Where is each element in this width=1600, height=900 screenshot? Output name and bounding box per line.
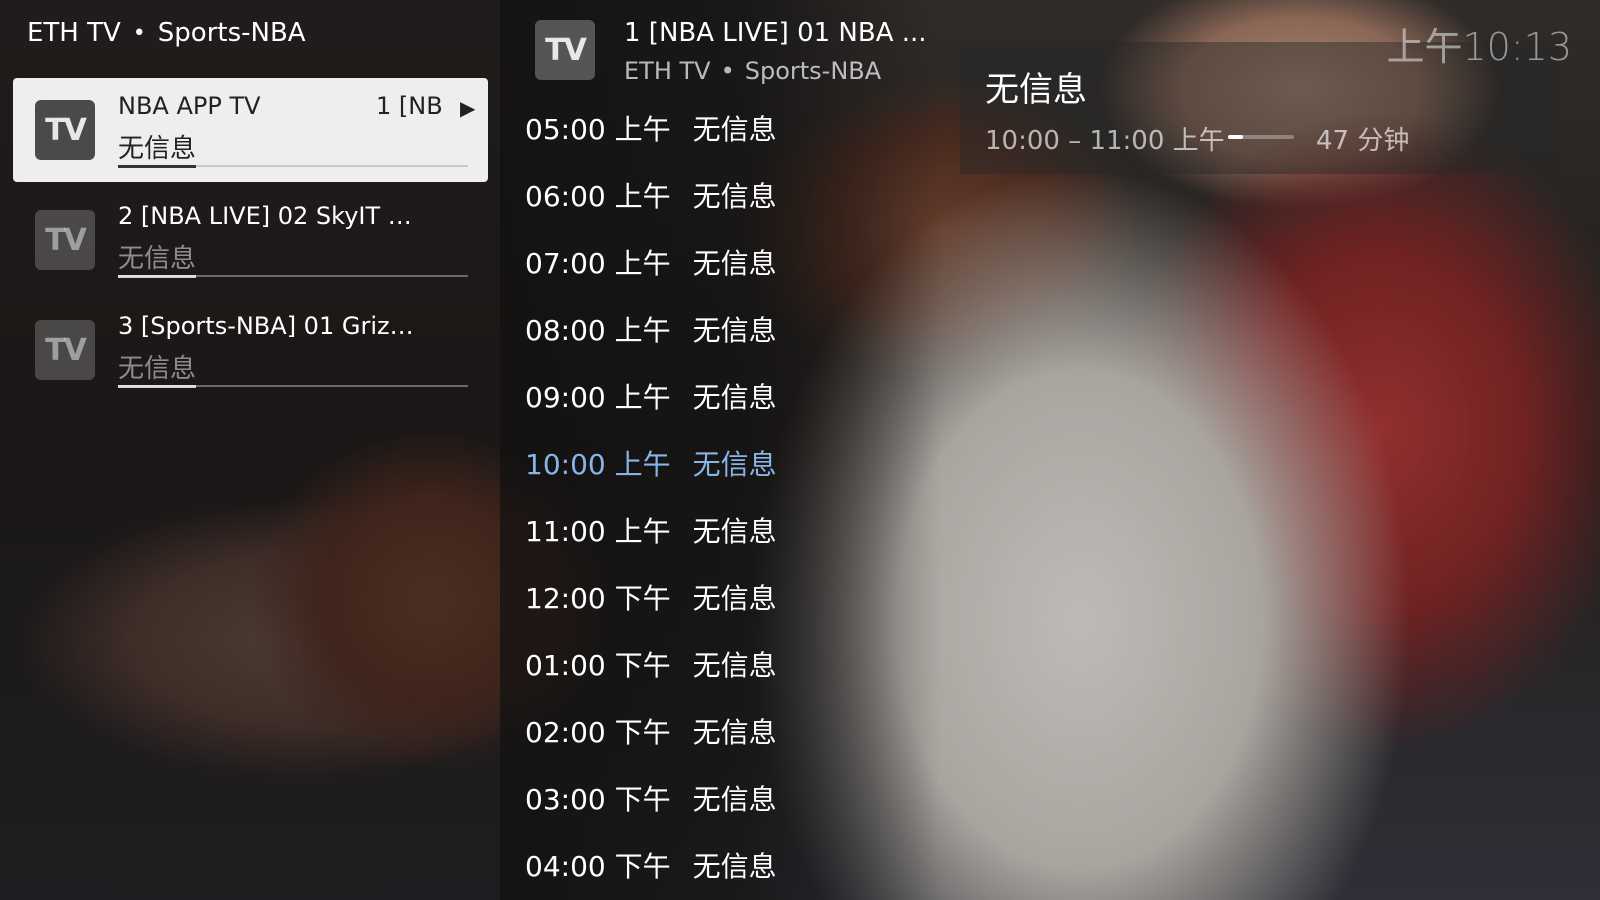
channel-list-panel: ETH TV • Sports-NBA TV NBA APP TV 1 [NB … <box>0 0 500 900</box>
epg-channel-logo-icon: TV <box>535 20 595 80</box>
channel-progress <box>118 165 468 168</box>
epg-slot[interactable]: 05:00 上午 无信息 <box>525 108 777 148</box>
channel-title: 2 [NBA LIVE] 02 SkyIT Sport.. <box>118 202 418 230</box>
epg-slot[interactable]: 04:00 下午 无信息 <box>525 845 777 885</box>
epg-slot[interactable]: 12:00 下午 无信息 <box>525 577 777 617</box>
play-arrow-icon: ▶ <box>460 96 476 120</box>
channel-title: NBA APP TV <box>118 92 261 120</box>
epg-slot[interactable]: 02:00 下午 无信息 <box>525 711 777 751</box>
clock: 上午10:13 <box>1386 25 1572 69</box>
epg-slot-name: 无信息 <box>692 515 777 548</box>
epg-channel-source: ETH TV • Sports-NBA <box>624 57 881 85</box>
epg-slot-time: 11:00 上午 <box>525 515 671 548</box>
epg-source-separator: • <box>720 57 735 85</box>
epg-slot-name: 无信息 <box>692 180 777 213</box>
header-category: Sports-NBA <box>157 18 306 48</box>
epg-slot-time: 07:00 上午 <box>525 247 671 280</box>
channel-logo-icon: TV <box>35 210 95 270</box>
epg-slot-name: 无信息 <box>692 783 777 816</box>
channel-subtitle: 无信息 <box>118 134 197 164</box>
epg-slot-time: 12:00 下午 <box>525 582 671 615</box>
channel-number-marquee: 1 [NB <box>376 92 443 120</box>
now-playing-time-range: 10:00 – 11:00 上午 <box>985 126 1225 156</box>
epg-slot-time: 03:00 下午 <box>525 783 671 816</box>
channel-item-2[interactable]: TV 2 [NBA LIVE] 02 SkyIT Sport.. 无信息 <box>13 188 488 292</box>
epg-slot-name: 无信息 <box>692 649 777 682</box>
channel-logo-icon: TV <box>35 320 95 380</box>
channel-progress <box>118 275 468 278</box>
epg-slot[interactable]: 07:00 上午 无信息 <box>525 242 777 282</box>
epg-slot-time: 09:00 上午 <box>525 381 671 414</box>
epg-slot[interactable]: 03:00 下午 无信息 <box>525 778 777 818</box>
epg-slot-name: 无信息 <box>692 381 777 414</box>
header-separator: • <box>132 20 146 46</box>
epg-slot-name: 无信息 <box>692 314 777 347</box>
epg-channel-title: 1 [NBA LIVE] 01 NBA ... <box>624 18 924 48</box>
epg-slot-time: 10:00 上午 <box>525 448 671 481</box>
channel-title: 3 [Sports-NBA] 01 Grizzlies.. <box>118 312 418 340</box>
epg-slot-current[interactable]: 10:00 上午 无信息 <box>525 443 777 483</box>
now-playing-progress-bar <box>1228 135 1294 139</box>
channel-logo-icon: TV <box>35 100 95 160</box>
epg-slot-time: 06:00 上午 <box>525 180 671 213</box>
epg-slot[interactable]: 01:00 下午 无信息 <box>525 644 777 684</box>
now-playing-title: 无信息 <box>985 70 1087 110</box>
channel-subtitle: 无信息 <box>118 354 197 384</box>
epg-slot-name: 无信息 <box>692 582 777 615</box>
channel-item-3[interactable]: TV 3 [Sports-NBA] 01 Grizzlies.. 无信息 <box>13 298 488 402</box>
epg-slot-name: 无信息 <box>692 716 777 749</box>
epg-slot-time: 04:00 下午 <box>525 850 671 883</box>
epg-slot-time: 05:00 上午 <box>525 113 671 146</box>
epg-slot-time: 08:00 上午 <box>525 314 671 347</box>
epg-slot[interactable]: 06:00 上午 无信息 <box>525 175 777 215</box>
epg-slot-time: 02:00 下午 <box>525 716 671 749</box>
epg-slot-name: 无信息 <box>692 247 777 280</box>
epg-slot-time: 01:00 下午 <box>525 649 671 682</box>
epg-slot-name: 无信息 <box>692 113 777 146</box>
header-source: ETH TV <box>27 18 121 48</box>
channel-item-1[interactable]: TV NBA APP TV 1 [NB ▶ 无信息 <box>13 78 488 182</box>
epg-slot[interactable]: 09:00 上午 无信息 <box>525 376 777 416</box>
channel-subtitle: 无信息 <box>118 244 197 274</box>
now-playing-remaining: 47 分钟 <box>1316 126 1410 156</box>
epg-slot[interactable]: 11:00 上午 无信息 <box>525 510 777 550</box>
epg-source-category: Sports-NBA <box>744 57 882 85</box>
channel-progress <box>118 385 468 388</box>
epg-panel: TV 1 [NBA LIVE] 01 NBA ... ETH TV • Spor… <box>500 0 940 900</box>
panel-header: ETH TV • Sports-NBA <box>27 18 306 48</box>
epg-slot-name: 无信息 <box>692 850 777 883</box>
epg-source-name: ETH TV <box>624 57 711 85</box>
epg-slot-name: 无信息 <box>692 448 777 481</box>
epg-slot[interactable]: 08:00 上午 无信息 <box>525 309 777 349</box>
